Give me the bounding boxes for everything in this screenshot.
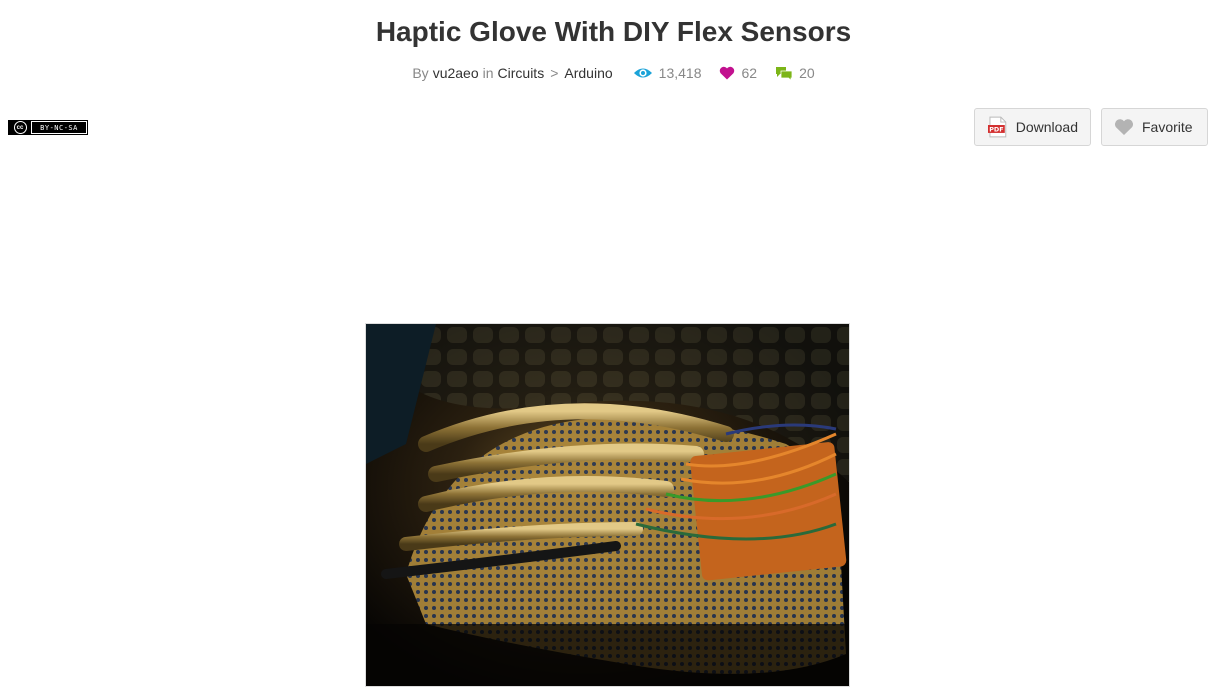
page-title: Haptic Glove With DIY Flex Sensors <box>375 16 852 47</box>
download-label: Download <box>1015 119 1078 135</box>
author-link[interactable]: vu2aeo <box>433 63 479 83</box>
favorites-count: 62 <box>741 65 758 81</box>
by-label: By <box>412 65 429 81</box>
favorite-label: Favorite <box>1142 119 1193 135</box>
comments-count: 20 <box>799 65 815 81</box>
download-button[interactable]: PDF Download <box>974 108 1091 146</box>
favorite-button[interactable]: Favorite <box>1101 108 1208 146</box>
category-link[interactable]: Circuits <box>498 63 545 83</box>
glove-photo-icon <box>366 324 849 686</box>
subcategory-link[interactable]: Arduino <box>564 63 612 83</box>
heart-icon <box>720 66 735 80</box>
comments-icon <box>776 66 793 81</box>
comments-stat: 20 <box>775 63 815 83</box>
license-badge[interactable]: cc BY-NC-SA <box>8 120 88 135</box>
pdf-icon: PDF <box>987 116 1007 138</box>
in-label: in <box>482 65 494 81</box>
views-count: 13,418 <box>658 65 702 81</box>
hero-image[interactable] <box>365 323 850 687</box>
project-meta: By vu2aeo in Circuits > Arduino 13,418 6… <box>0 63 1227 83</box>
pdf-badge: PDF <box>989 125 1003 133</box>
views-stat: 13,418 <box>633 63 702 83</box>
favorites-stat: 62 <box>719 63 757 83</box>
eye-icon <box>633 68 652 78</box>
heart-icon <box>1114 119 1134 135</box>
creative-commons-icon: cc <box>9 121 31 134</box>
license-terms: BY-NC-SA <box>32 122 86 133</box>
breadcrumb-separator: > <box>550 65 559 81</box>
